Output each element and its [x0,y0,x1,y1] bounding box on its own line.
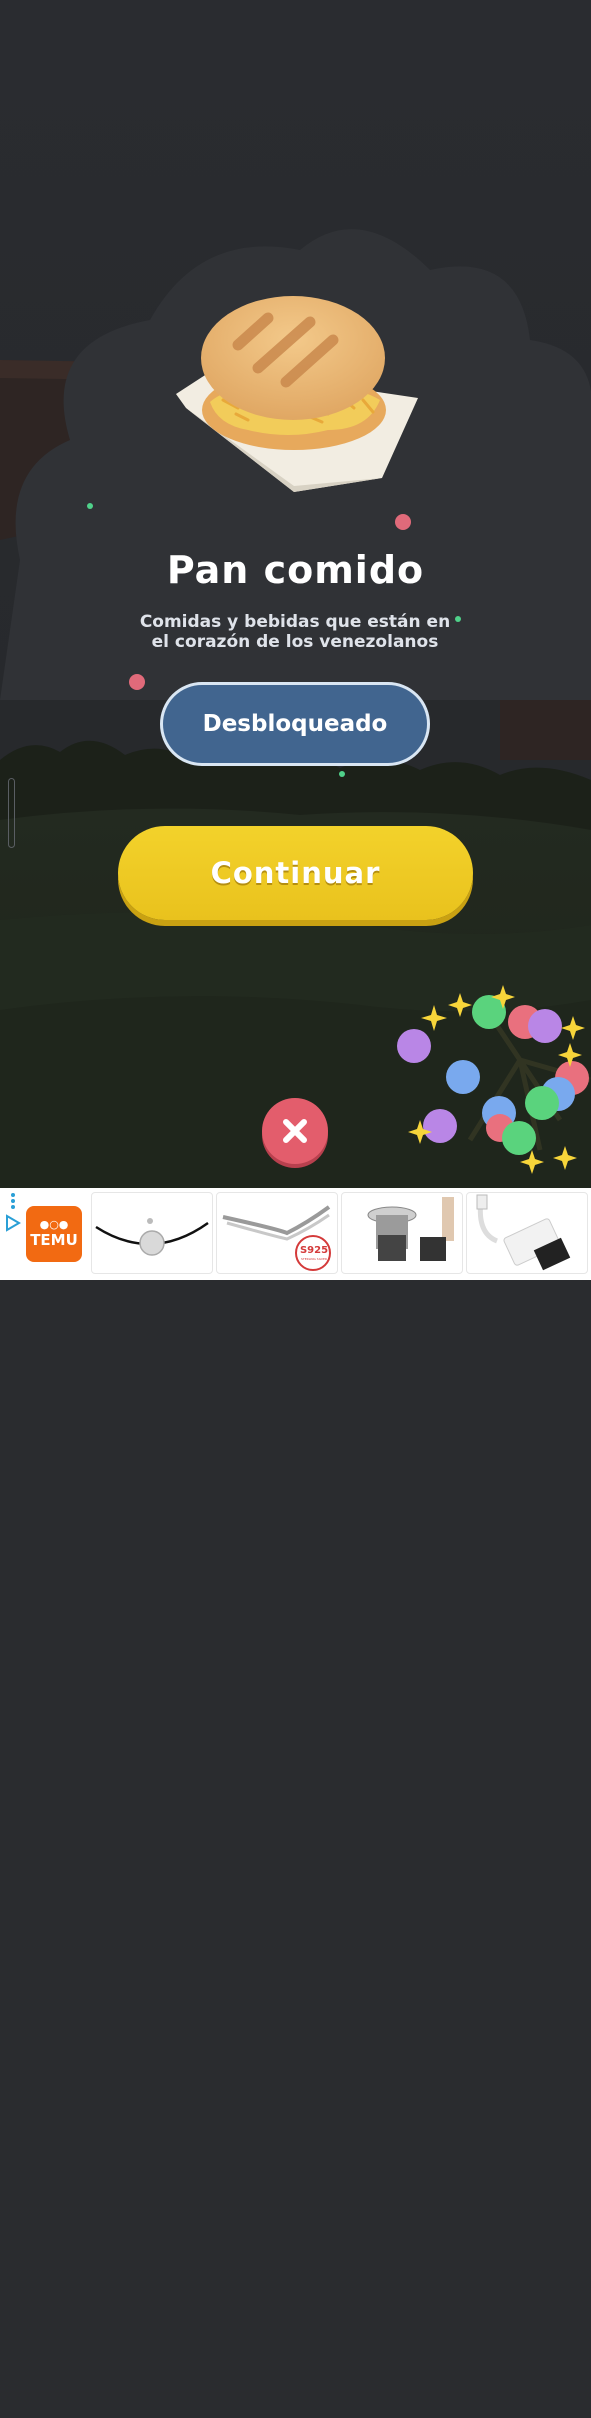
more-options-icon[interactable] [10,1192,16,1210]
close-button[interactable] [262,1098,328,1164]
card-reader-image [476,1194,571,1271]
bracelet-image [95,1218,209,1256]
ad-product-card-reader[interactable] [466,1192,588,1274]
ad-product-bracelet[interactable] [91,1192,213,1274]
scroll-indicator[interactable] [8,778,15,848]
ring-image [222,1205,331,1271]
description-line-2: el corazón de los venezolanos [151,632,439,652]
unlocked-label: Desbloqueado [202,711,388,737]
arepa-illustration [176,296,418,492]
ad-product-ring[interactable]: S925 STERLING SILVER [216,1192,338,1274]
achievement-description: Comidas y bebidas que están en el corazó… [95,612,495,652]
ad-choices-icon[interactable] [4,2400,22,2418]
continue-label: Continuar [210,856,381,890]
background-scene [0,0,591,1188]
temu-brand-name: TEMU [30,1231,78,1249]
s925-badge-sub: STERLING SILVER [301,1257,327,1261]
description-line-1: Comidas y bebidas que están en [139,612,451,632]
temu-logo[interactable]: ●○● TEMU [26,1206,82,1262]
ad-product-sink-strainer[interactable] [341,1192,463,1274]
temu-glyph: ●○● [39,1218,69,1231]
close-icon [283,1119,307,1143]
unlocked-status-button[interactable]: Desbloqueado [160,682,430,766]
s925-badge-label: S925 [299,1245,329,1256]
continue-button[interactable]: Continuar [118,826,473,920]
sink-strainer-image [367,1197,454,1261]
achievement-title: Pan comido [166,548,425,592]
ad-choices-icon[interactable] [4,1214,22,1232]
